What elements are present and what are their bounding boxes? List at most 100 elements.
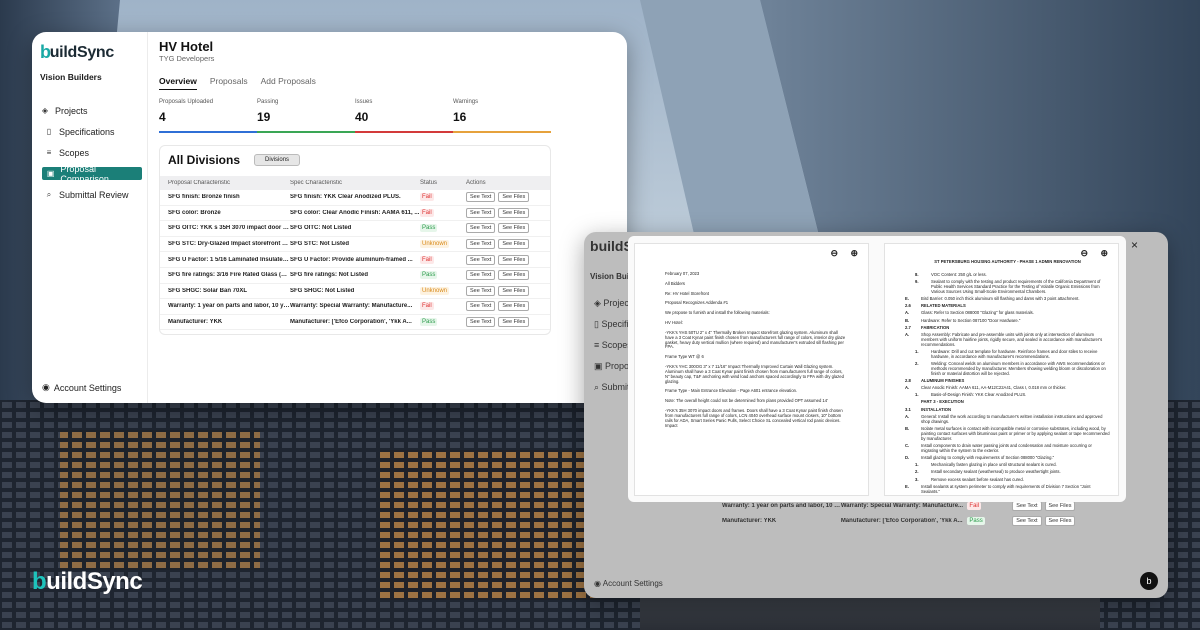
stat-value: 40 <box>355 110 369 124</box>
spec-lines: 8. VOC Content: 250 g/L or less. 9. Sealant… <box>905 271 1110 495</box>
stat-label: Passing <box>257 99 279 105</box>
spec-line-text: Bird Barrier: 0.050 inch thick aluminum … <box>921 295 1080 301</box>
see-text-button[interactable]: See Text <box>466 301 496 312</box>
see-files-button[interactable]: See Files <box>498 270 530 281</box>
see-text-button[interactable]: See Text <box>466 192 496 203</box>
tab-proposals[interactable]: Proposals <box>210 76 248 90</box>
account-settings[interactable]: ◉ Account Settings <box>42 382 121 393</box>
status-badge: Fail <box>967 501 982 510</box>
stat-issues: Issues 40 <box>355 99 453 133</box>
spec-line: D. Install glazing to comply with require… <box>905 455 1110 461</box>
actions-cell: See Text See Files <box>466 207 550 218</box>
see-files-button[interactable]: See Files <box>1044 515 1076 526</box>
spec-line-text: General: Install the work according to m… <box>921 413 1103 424</box>
status-badge: Pass <box>420 224 438 233</box>
stat-value: 16 <box>453 110 467 124</box>
logo-mark: b <box>590 238 599 254</box>
spec-line-number: A. <box>905 332 910 338</box>
sidebar-item-label: Specifications <box>59 126 115 137</box>
spec-line-text: Basis-of-Design Finish: YKK Clear Anodiz… <box>931 392 1027 398</box>
proposal-document-page[interactable]: ⊖ ⊕ February 07, 2023 All Bidders Re: HV H… <box>634 243 869 496</box>
spec-line-number: 1. <box>915 348 919 354</box>
tab-overview[interactable]: Overview <box>159 76 197 90</box>
column-header: Actions <box>466 180 486 186</box>
see-files-button[interactable]: See Files <box>498 285 530 296</box>
see-files-button[interactable]: See Files <box>498 192 530 203</box>
spec-line: 2. Install secondary sealant (weatherseal… <box>905 469 1110 475</box>
spec-line-text: Install sealants at system perimeter to … <box>921 483 1091 494</box>
spec-line: 2.7 FABRICATION <box>905 324 1110 331</box>
document-paragraph: -YKK's YHC 300OG 3" x 7 11/16" Impact Th… <box>665 364 844 384</box>
spec-line: PART 3 - EXECUTION <box>905 400 1110 405</box>
spec-line-text: Hardware: Refer to Section 087100 "Door … <box>921 317 1021 323</box>
actions-cell: See Text See Files <box>466 301 550 312</box>
proposal-cell: SFG OITC: YKK s 35H 3070 impact door a..… <box>168 225 290 232</box>
tab-add-proposals[interactable]: Add Proposals <box>261 76 316 90</box>
see-text-button[interactable]: See Text <box>466 317 496 328</box>
logo[interactable]: b uildSync <box>40 42 114 63</box>
page-title: HV Hotel <box>159 39 214 54</box>
see-files-button[interactable]: See Files <box>1044 500 1076 511</box>
spec-line: 3.1 INSTALLATION <box>905 406 1110 413</box>
document-paragraph: We propose to furnish and install the fo… <box>665 310 770 316</box>
spec-line-number: 3.1 <box>905 406 911 412</box>
stat-label: Issues <box>355 99 373 105</box>
stat-label: Proposals Uploaded <box>159 99 214 105</box>
document-paragraph: Re: HV Hotel Storefront <box>665 290 709 296</box>
status-cell: Unknown <box>420 240 466 249</box>
proposal-cell: SFG STC: Dry-Glazed Impact storefront g.… <box>168 241 290 248</box>
see-text-button[interactable]: See Text <box>466 285 496 296</box>
see-files-button[interactable]: See Files <box>498 223 530 234</box>
spec-line-number: 8. <box>915 271 919 277</box>
logo-text: uildSync <box>46 568 143 595</box>
close-icon[interactable]: × <box>1131 238 1138 252</box>
sidebar-item-projects[interactable]: ◈ Projects <box>40 100 144 121</box>
spec-line: A. Glass: Refer to Section 088000 "Glazin… <box>905 311 1110 316</box>
see-files-button[interactable]: See Files <box>498 207 530 218</box>
account-settings[interactable]: ◉ Account Settings <box>594 579 663 588</box>
divisions-filter-button[interactable]: Divisions <box>254 154 301 166</box>
table-row: SFG SHGC: Solar Ban 70XL SFG SHGC: Not Li… <box>160 284 550 300</box>
sidebar-item-specifications[interactable]: ▯ Specifications <box>40 121 144 142</box>
proposal-cell: SFG SHGC: Solar Ban 70XL <box>168 287 248 294</box>
see-text-button[interactable]: See Text <box>466 207 496 218</box>
table-header: Proposal Characteristic Spec Characteris… <box>160 176 550 190</box>
table-body: SFG finish: Bronze finish SFG finish: YKK… <box>160 190 550 331</box>
logo-text: uildSync <box>49 43 115 61</box>
spec-line: 9. Sealant to comply with the testing and… <box>905 279 1110 294</box>
document-paragraph: HV Hotel: <box>665 320 683 326</box>
see-text-button[interactable]: See Text <box>466 254 496 265</box>
zoom-in-icon[interactable]: ⊕ <box>850 248 858 258</box>
spec-line-number: 3. <box>915 476 919 482</box>
help-button[interactable]: b <box>1140 572 1158 590</box>
zoom-out-icon[interactable]: ⊖ <box>1080 248 1088 258</box>
actions-cell: See Text See Files <box>466 317 550 328</box>
spec-line: B. Hardware: Refer to Section 087100 "Doo… <box>905 317 1110 324</box>
see-text-button[interactable]: See Text <box>466 270 496 281</box>
spec-line-number: 2.7 <box>905 324 911 330</box>
see-files-button[interactable]: See Files <box>498 301 530 312</box>
see-files-button[interactable]: See Files <box>498 254 530 265</box>
status-cell: Unknown <box>420 286 466 295</box>
sidebar-item-proposal-comparison[interactable]: ▣ Proposal Comparison <box>42 164 142 184</box>
see-text-button[interactable]: See Text <box>1012 500 1042 511</box>
see-files-button[interactable]: See Files <box>498 239 530 250</box>
see-text-button[interactable]: See Text <box>1012 515 1042 526</box>
sidebar-item-submittal-review[interactable]: ⌕ Submittal Review <box>40 184 144 205</box>
spec-line-text: Welding: Conceal welds on aluminum membe… <box>931 360 1106 376</box>
zoom-in-icon[interactable]: ⊕ <box>1100 248 1108 258</box>
see-text-button[interactable]: See Text <box>466 223 496 234</box>
see-files-button[interactable]: See Files <box>498 317 530 328</box>
status-cell: Pass <box>420 318 466 327</box>
see-text-button[interactable]: See Text <box>466 239 496 250</box>
zoom-out-icon[interactable]: ⊖ <box>830 248 838 258</box>
actions-cell: See Text See Files <box>466 270 550 281</box>
sidebar-item-scopes[interactable]: ≡ Scopes <box>40 142 144 163</box>
proposal-cell: Warranty: 1 year on parts and labor, 10 … <box>168 303 290 310</box>
document-paragraph: -YKK's YHS 50TU 2" x 4" Thermally Broken… <box>665 329 846 350</box>
spec-document-page[interactable]: ⊖ ⊕ ST PETERSBURG HOUSING AUTHORITY - PH… <box>884 243 1119 496</box>
spec-line-number: 2.8 <box>905 377 911 383</box>
sidebar: b uildSync Vision Builders ◈ Projects ▯ S… <box>32 32 148 403</box>
spec-line-text: ALUMINUM FINISHES <box>921 377 965 383</box>
status-badge: Unknown <box>420 286 450 295</box>
